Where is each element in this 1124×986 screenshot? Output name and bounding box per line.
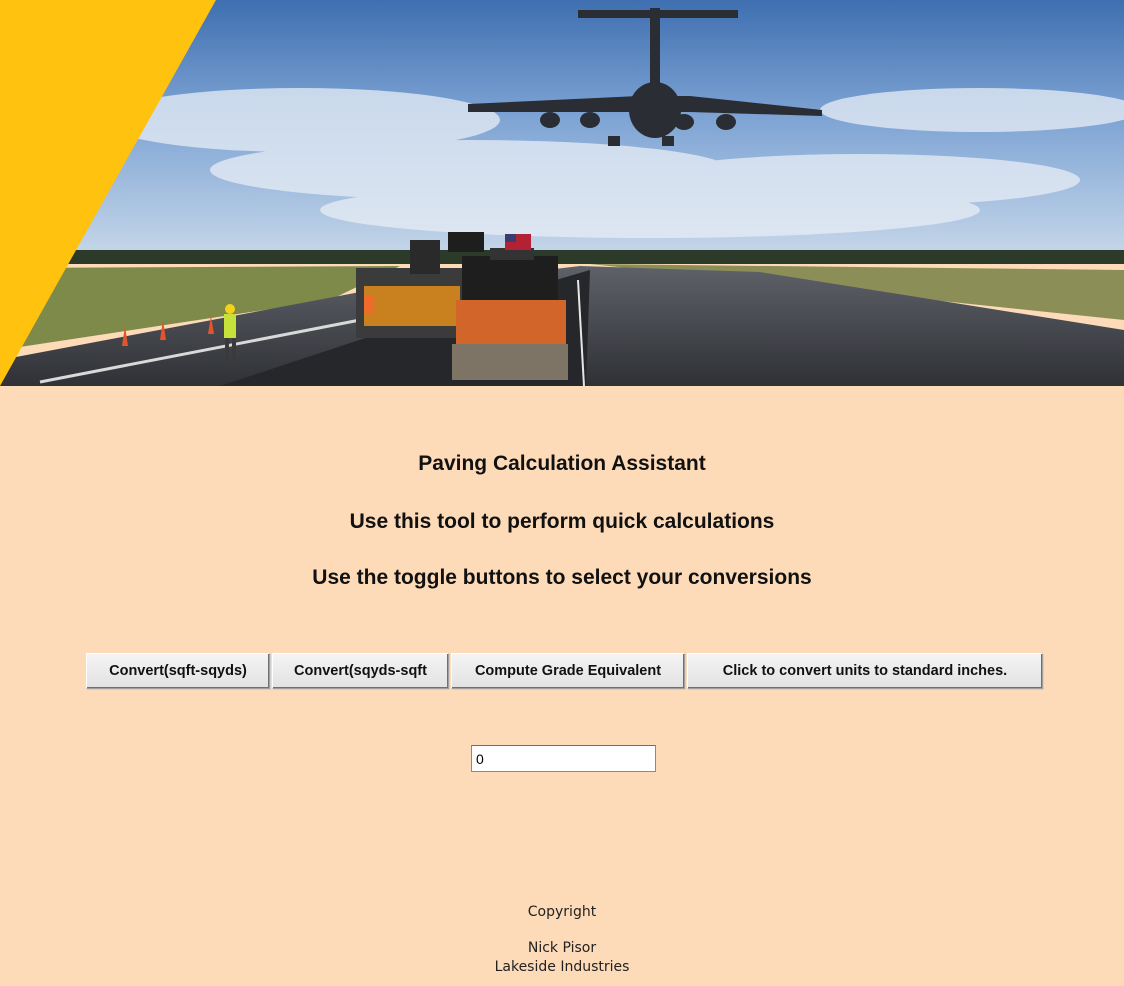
hero-banner [0,0,1124,386]
footer: Copyright Nick Pisor Lakeside Industries [0,902,1124,977]
convert-standard-inches-button[interactable]: Click to convert units to standard inche… [687,653,1043,689]
page: Paving Calculation Assistant Use this to… [0,0,1124,986]
page-title: Paving Calculation Assistant [418,452,706,475]
value-input[interactable] [471,745,656,772]
subtitle-quick-calculations: Use this tool to perform quick calculati… [349,510,775,533]
subtitle-toggle-buttons: Use the toggle buttons to select your co… [312,566,812,589]
hero-photo [0,0,1124,386]
company-name: Lakeside Industries [494,959,630,975]
flag [505,234,531,250]
copyright-text: Copyright [527,904,597,920]
convert-sqft-to-sqyds-button[interactable]: Convert(sqft-sqyds) [86,653,270,689]
tree-line [0,250,1124,264]
conversion-toolbar: Convert(sqft-sqyds) Convert(sqyds-sqft C… [86,653,1043,689]
author-name: Nick Pisor [527,940,597,956]
asphalt-roller [452,248,568,380]
convert-sqyds-to-sqft-button[interactable]: Convert(sqyds-sqft [272,653,449,689]
compute-grade-equivalent-button[interactable]: Compute Grade Equivalent [451,653,685,689]
